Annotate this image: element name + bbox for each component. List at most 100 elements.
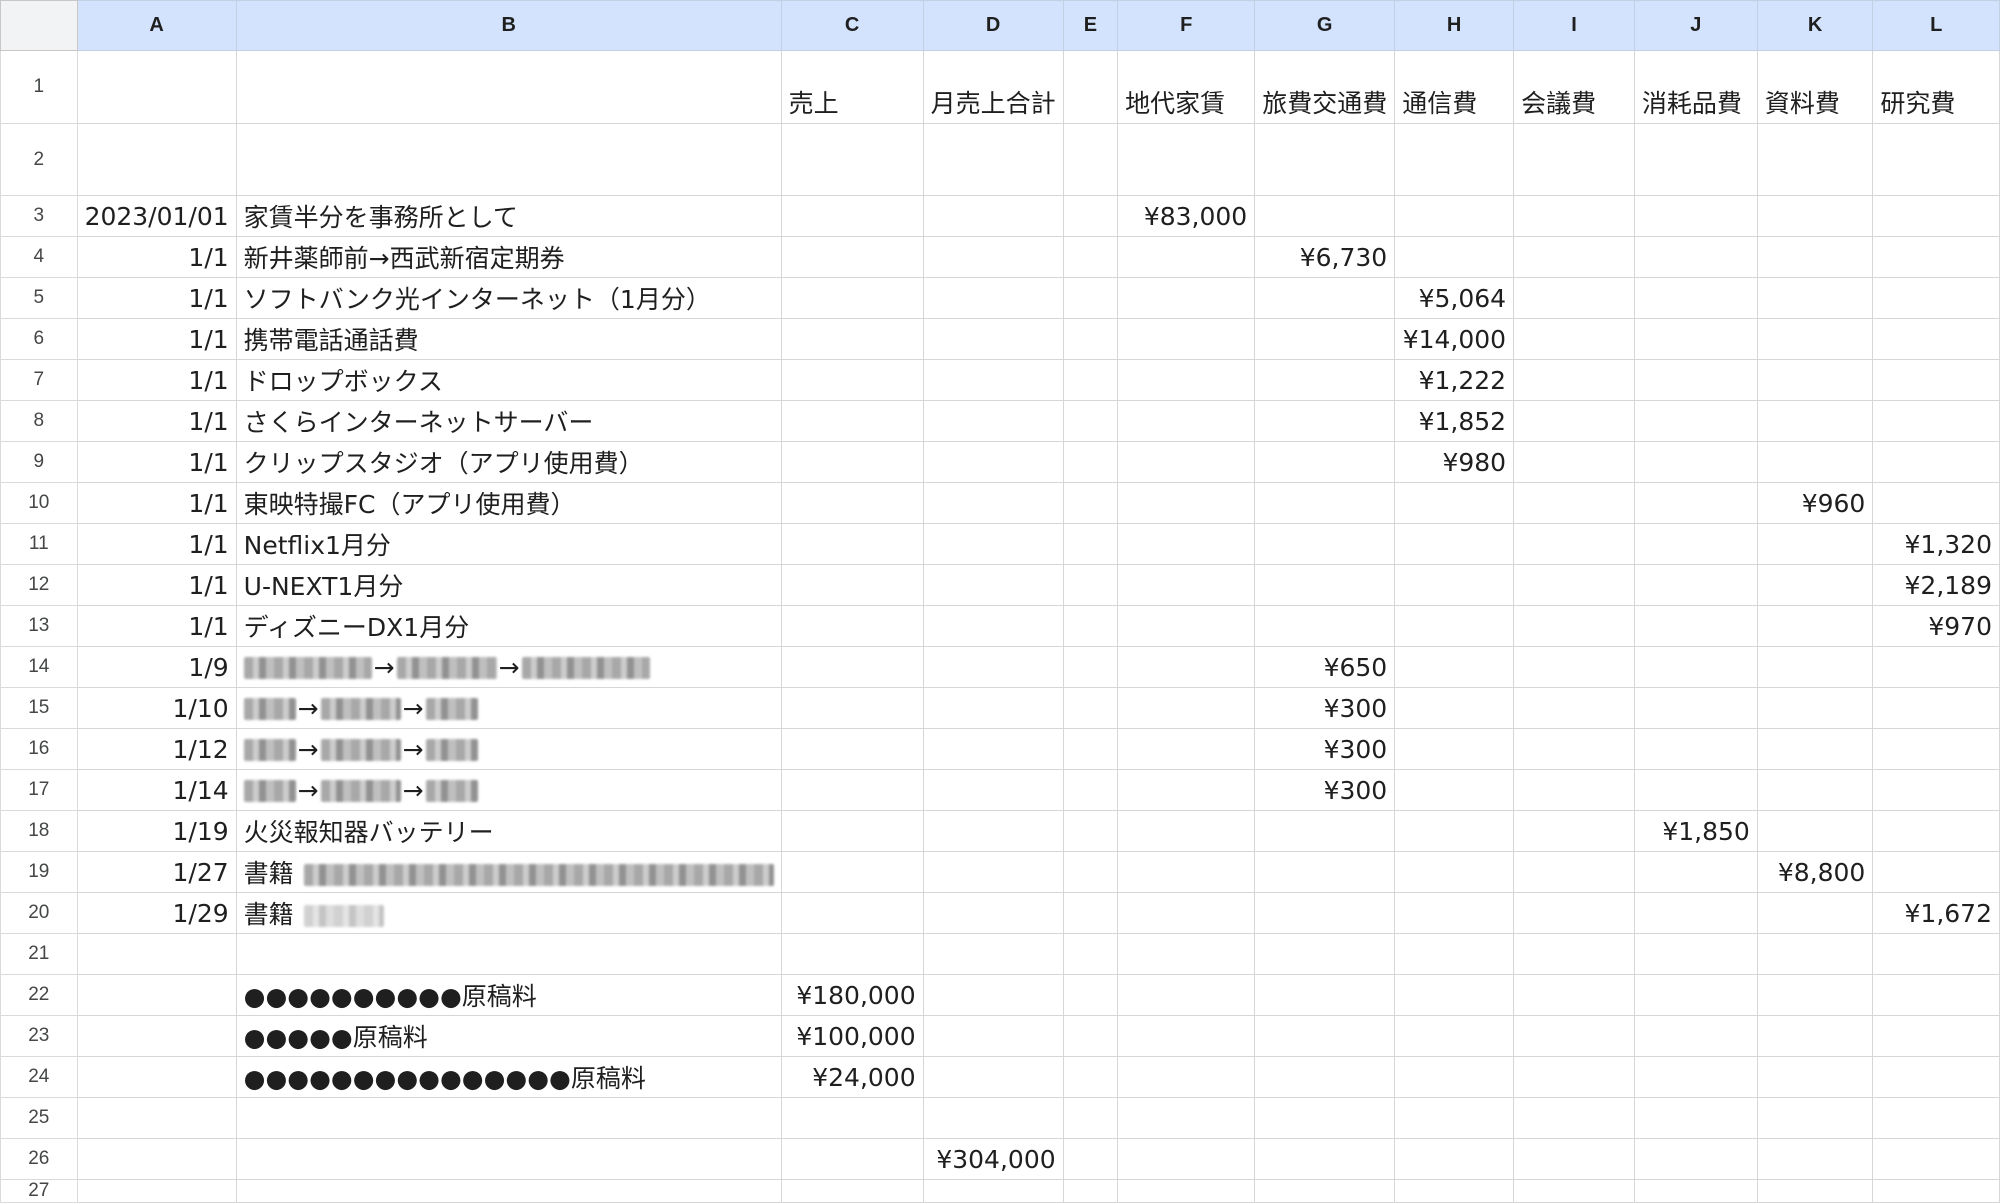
row-header[interactable]: 4: [0, 236, 78, 278]
row-header[interactable]: 7: [0, 359, 78, 401]
cell-e[interactable]: [1062, 810, 1119, 852]
cell-h[interactable]: ¥14,000: [1394, 318, 1515, 360]
cell-k[interactable]: [1756, 687, 1874, 729]
cell-c[interactable]: [780, 1179, 924, 1203]
cell-g[interactable]: [1254, 400, 1396, 442]
cell-l[interactable]: [1872, 687, 2000, 729]
cell-f[interactable]: [1117, 277, 1256, 319]
cell-l[interactable]: [1872, 1179, 2000, 1203]
cell-a[interactable]: 1/29: [76, 892, 237, 934]
column-header-h[interactable]: H: [1394, 0, 1515, 51]
cell-j[interactable]: [1633, 605, 1758, 647]
cell-d[interactable]: [922, 1015, 1064, 1057]
cell-c[interactable]: [780, 605, 924, 647]
cell-f[interactable]: [1117, 851, 1256, 893]
cell-c[interactable]: [780, 646, 924, 688]
cell-f[interactable]: [1117, 1056, 1256, 1098]
cell-l[interactable]: [1872, 1138, 2000, 1180]
cell-g[interactable]: [1254, 359, 1396, 401]
cell-b[interactable]: → →: [235, 687, 782, 729]
cell-f[interactable]: [1117, 236, 1256, 278]
cell-g[interactable]: [1254, 482, 1396, 524]
cell-a[interactable]: [76, 1179, 237, 1203]
cell-g[interactable]: 旅費交通費: [1254, 50, 1396, 124]
cell-h[interactable]: [1394, 1097, 1515, 1139]
cell-e[interactable]: [1062, 564, 1119, 606]
cell-e[interactable]: [1062, 195, 1119, 237]
cell-j[interactable]: [1633, 236, 1758, 278]
cell-l[interactable]: [1872, 646, 2000, 688]
column-header-i[interactable]: I: [1513, 0, 1635, 51]
cell-a[interactable]: 1/1: [76, 482, 237, 524]
row-header[interactable]: 20: [0, 892, 78, 934]
cell-e[interactable]: [1062, 359, 1119, 401]
cell-k[interactable]: [1756, 359, 1874, 401]
cell-e[interactable]: [1062, 123, 1119, 196]
cell-d[interactable]: [922, 605, 1064, 647]
cell-d[interactable]: [922, 523, 1064, 565]
cell-c[interactable]: [780, 482, 924, 524]
column-header-j[interactable]: J: [1633, 0, 1758, 51]
cell-b[interactable]: ドロップボックス: [235, 359, 782, 401]
cell-b[interactable]: [235, 50, 782, 124]
cell-k[interactable]: [1756, 1056, 1874, 1098]
cell-g[interactable]: [1254, 933, 1396, 975]
cell-j[interactable]: [1633, 400, 1758, 442]
cell-j[interactable]: [1633, 441, 1758, 483]
cell-a[interactable]: 2023/01/01: [76, 195, 237, 237]
cell-i[interactable]: [1513, 400, 1635, 442]
cell-d[interactable]: [922, 482, 1064, 524]
cell-b[interactable]: 東映特撮FC（アプリ使用費）: [235, 482, 782, 524]
cell-k[interactable]: [1756, 810, 1874, 852]
cell-g[interactable]: [1254, 892, 1396, 934]
cell-d[interactable]: [922, 728, 1064, 770]
cell-k[interactable]: [1756, 605, 1874, 647]
column-header-k[interactable]: K: [1756, 0, 1874, 51]
cell-g[interactable]: [1254, 123, 1396, 196]
column-header-d[interactable]: D: [922, 0, 1064, 51]
cell-i[interactable]: [1513, 123, 1635, 196]
cell-k[interactable]: [1756, 933, 1874, 975]
cell-c[interactable]: [780, 728, 924, 770]
cell-c[interactable]: [780, 564, 924, 606]
cell-h[interactable]: [1394, 933, 1515, 975]
cell-c[interactable]: [780, 195, 924, 237]
cell-h[interactable]: [1394, 851, 1515, 893]
cell-i[interactable]: [1513, 1015, 1635, 1057]
cell-d[interactable]: [922, 441, 1064, 483]
cell-h[interactable]: [1394, 1056, 1515, 1098]
cell-e[interactable]: [1062, 892, 1119, 934]
cell-c[interactable]: [780, 769, 924, 811]
column-header-g[interactable]: G: [1254, 0, 1396, 51]
cell-l[interactable]: ¥1,672: [1872, 892, 2000, 934]
row-header[interactable]: 21: [0, 933, 78, 975]
cell-g[interactable]: [1254, 277, 1396, 319]
row-header[interactable]: 2: [0, 123, 78, 196]
cell-g[interactable]: [1254, 851, 1396, 893]
row-header[interactable]: 15: [0, 687, 78, 729]
cell-k[interactable]: [1756, 892, 1874, 934]
cell-g[interactable]: [1254, 974, 1396, 1016]
cell-e[interactable]: [1062, 482, 1119, 524]
cell-b[interactable]: ディズニーDX1月分: [235, 605, 782, 647]
cell-e[interactable]: [1062, 605, 1119, 647]
cell-i[interactable]: [1513, 236, 1635, 278]
cell-f[interactable]: [1117, 564, 1256, 606]
cell-h[interactable]: ¥5,064: [1394, 277, 1515, 319]
cell-l[interactable]: [1872, 400, 2000, 442]
cell-c[interactable]: ¥24,000: [780, 1056, 924, 1098]
cell-l[interactable]: ¥970: [1872, 605, 2000, 647]
cell-f[interactable]: ¥83,000: [1117, 195, 1256, 237]
cell-b[interactable]: [235, 1097, 782, 1139]
cell-f[interactable]: [1117, 769, 1256, 811]
cell-b[interactable]: 書籍: [235, 892, 782, 934]
cell-h[interactable]: ¥1,852: [1394, 400, 1515, 442]
cell-g[interactable]: ¥300: [1254, 769, 1396, 811]
cell-j[interactable]: [1633, 1097, 1758, 1139]
cell-g[interactable]: ¥6,730: [1254, 236, 1396, 278]
cell-h[interactable]: [1394, 605, 1515, 647]
cell-d[interactable]: ¥304,000: [922, 1138, 1064, 1180]
cell-c[interactable]: [780, 236, 924, 278]
cell-l[interactable]: [1872, 810, 2000, 852]
cell-b[interactable]: クリップスタジオ（アプリ使用費）: [235, 441, 782, 483]
